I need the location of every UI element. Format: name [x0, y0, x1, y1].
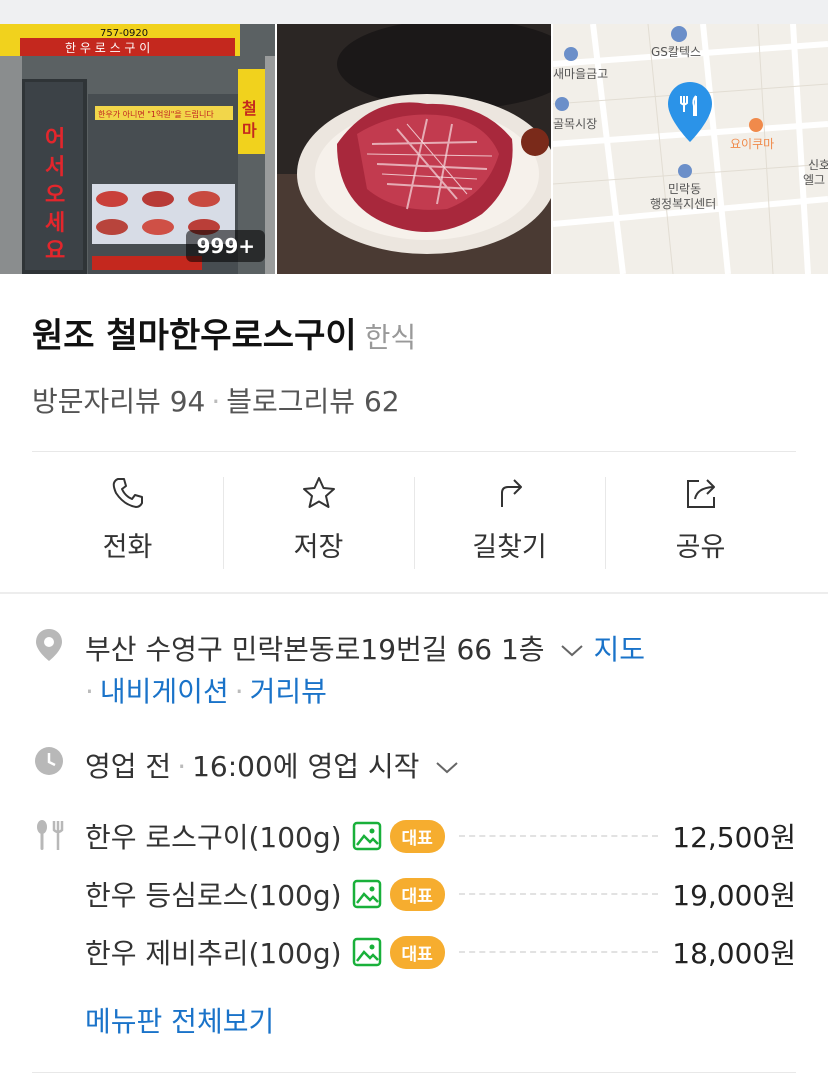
- menu-item-name: 한우 제비추리(100g): [85, 937, 342, 970]
- share-icon: [686, 479, 715, 508]
- beef-photo[interactable]: [277, 24, 551, 274]
- map-thumbnail[interactable]: GS칼텍스 새마을금고 골목시장 요이쿠마 민락동 행정복지센터 신호 엘그: [553, 24, 828, 274]
- image-icon: [352, 879, 381, 909]
- hours-status: 영업 전: [85, 750, 172, 783]
- map-link[interactable]: 지도: [593, 633, 645, 666]
- visitor-reviews-link[interactable]: 방문자리뷰 94: [32, 385, 205, 418]
- dotted-leader: [458, 951, 659, 953]
- navigation-link[interactable]: 내비게이션: [100, 675, 229, 708]
- address-links: · 내비게이션 · 거리뷰: [85, 670, 327, 710]
- call-label: 전화: [102, 532, 153, 563]
- photo-count-badge: 999+: [186, 230, 265, 262]
- separator-dot: ·: [234, 675, 244, 708]
- star-icon: [302, 477, 335, 508]
- place-name: 원조 철마한우로스구이: [32, 316, 357, 356]
- menu-item-name: 한우 로스구이(100g): [85, 821, 342, 854]
- clock-icon: [35, 747, 63, 775]
- status-strip: [0, 0, 828, 24]
- map-label-edge1: 신호: [808, 158, 828, 172]
- signature-badge: 대표: [389, 935, 445, 969]
- menu-item-name: 한우 등심로스(100g): [85, 879, 342, 912]
- address-text: 부산 수영구 민락본동로19번길 66 1층: [85, 633, 545, 666]
- map-label-bank: 새마을금고: [553, 67, 608, 81]
- menu-item[interactable]: 한우 로스구이(100g) 대표 12,500원: [85, 815, 796, 857]
- blog-reviews-link[interactable]: 블로그리뷰 62: [226, 385, 399, 418]
- directions-icon: [500, 479, 522, 507]
- menu-item-price: 12,500원: [672, 821, 796, 854]
- chevron-down-icon[interactable]: [434, 760, 460, 776]
- storefront-photo[interactable]: 757-0920 한 우 로 스 구 이 어 서 오 세 요 한우가 아니면 "…: [0, 24, 275, 274]
- dotted-leader: [458, 893, 659, 895]
- location-pin-icon: [36, 629, 62, 661]
- blog-reviews-count: 62: [363, 385, 400, 418]
- directions-label: 길찾기: [472, 532, 547, 563]
- hours-detail: 16:00에 영업 시작: [192, 750, 420, 783]
- map-label-gas: GS칼텍스: [651, 45, 701, 59]
- directions-button[interactable]: 길찾기: [414, 475, 605, 570]
- menu-item[interactable]: 한우 제비추리(100g) 대표 18,000원: [85, 931, 796, 973]
- menu-item[interactable]: 한우 등심로스(100g) 대표 19,000원: [85, 873, 796, 915]
- window-banner: 한우가 아니면 "1억원"을 드립니다: [98, 109, 214, 119]
- phone-icon: [112, 478, 143, 508]
- street-view-link[interactable]: 거리뷰: [250, 675, 327, 708]
- divider: [32, 451, 796, 452]
- map-label-market: 골목시장: [553, 117, 597, 131]
- hours-row[interactable]: 영업 전 · 16:00에 영업 시작: [85, 745, 460, 785]
- map-label-yoikuma: 요이쿠마: [730, 137, 774, 151]
- separator-dot: ·: [85, 675, 94, 708]
- section-divider: [0, 592, 828, 594]
- utensils-icon: [37, 820, 64, 850]
- save-button[interactable]: 저장: [223, 475, 414, 570]
- save-label: 저장: [293, 532, 344, 563]
- signature-badge: 대표: [389, 877, 445, 911]
- share-label: 공유: [675, 532, 726, 563]
- chevron-down-icon[interactable]: [559, 643, 585, 659]
- review-summary: 방문자리뷰 94 · 블로그리뷰 62: [32, 380, 400, 420]
- visitor-reviews-label: 방문자리뷰: [32, 385, 161, 418]
- menu-item-price: 19,000원: [672, 879, 796, 912]
- map-label-edge2: 엘그: [803, 173, 825, 187]
- separator-dot: ·: [177, 750, 187, 783]
- sign-name: 한 우 로 스 구 이: [65, 41, 150, 55]
- share-button[interactable]: 공유: [605, 475, 796, 570]
- action-bar: 전화 저장 길찾기 공유: [32, 475, 796, 570]
- call-button[interactable]: 전화: [32, 475, 223, 570]
- view-all-menu-link[interactable]: 메뉴판 전체보기: [85, 1000, 274, 1040]
- signature-badge: 대표: [389, 819, 445, 853]
- menu-item-price: 18,000원: [672, 937, 796, 970]
- place-category: 한식: [364, 321, 417, 354]
- blog-reviews-label: 블로그리뷰: [226, 385, 356, 418]
- address-row: 부산 수영구 민락본동로19번길 66 1층 지도: [85, 628, 645, 668]
- image-icon: [352, 821, 381, 851]
- image-icon: [352, 937, 381, 967]
- divider: [32, 1072, 796, 1073]
- dotted-leader: [458, 835, 659, 837]
- map-illustration: GS칼텍스 새마을금고 골목시장 요이쿠마 민락동 행정복지센터 신호 엘그: [553, 24, 828, 274]
- sign-phone: 757-0920: [100, 28, 148, 39]
- beef-illustration: [277, 24, 551, 274]
- visitor-reviews-count: 94: [169, 385, 206, 418]
- place-title-row: 원조 철마한우로스구이 한식: [32, 308, 416, 357]
- photo-strip: 757-0920 한 우 로 스 구 이 어 서 오 세 요 한우가 아니면 "…: [0, 24, 828, 274]
- separator-dot: ·: [211, 385, 221, 418]
